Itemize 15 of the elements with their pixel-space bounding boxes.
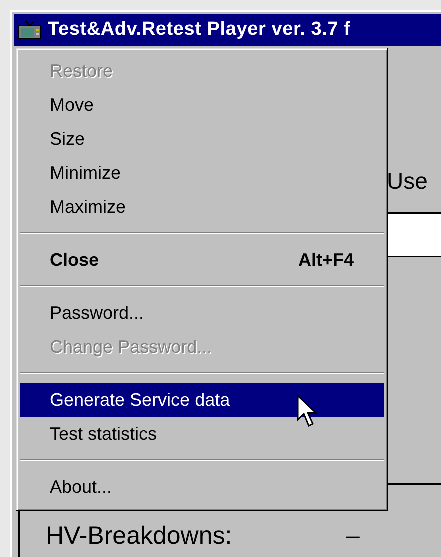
field-label: Use: [387, 167, 429, 196]
stat-value: –: [346, 521, 360, 551]
menu-item[interactable]: Test statistics: [20, 417, 384, 451]
menu-item[interactable]: Maximize: [20, 190, 384, 224]
menu-item[interactable]: Generate Service data: [20, 383, 384, 417]
menu-item[interactable]: Minimize: [20, 156, 384, 190]
window-title: Test&Adv.Retest Player ver. 3.7 f: [48, 19, 351, 41]
menu-item[interactable]: Password...: [20, 296, 384, 330]
menu-item[interactable]: Move: [20, 88, 384, 122]
tv-icon: [18, 20, 42, 40]
stat-label: HV-Breakdowns:: [46, 521, 234, 551]
menu-item[interactable]: About...: [20, 470, 384, 504]
menu-item[interactable]: Close Alt+F4: [20, 243, 384, 277]
menu-item[interactable]: Size: [20, 122, 384, 156]
mouse-pointer-icon: [297, 395, 319, 429]
